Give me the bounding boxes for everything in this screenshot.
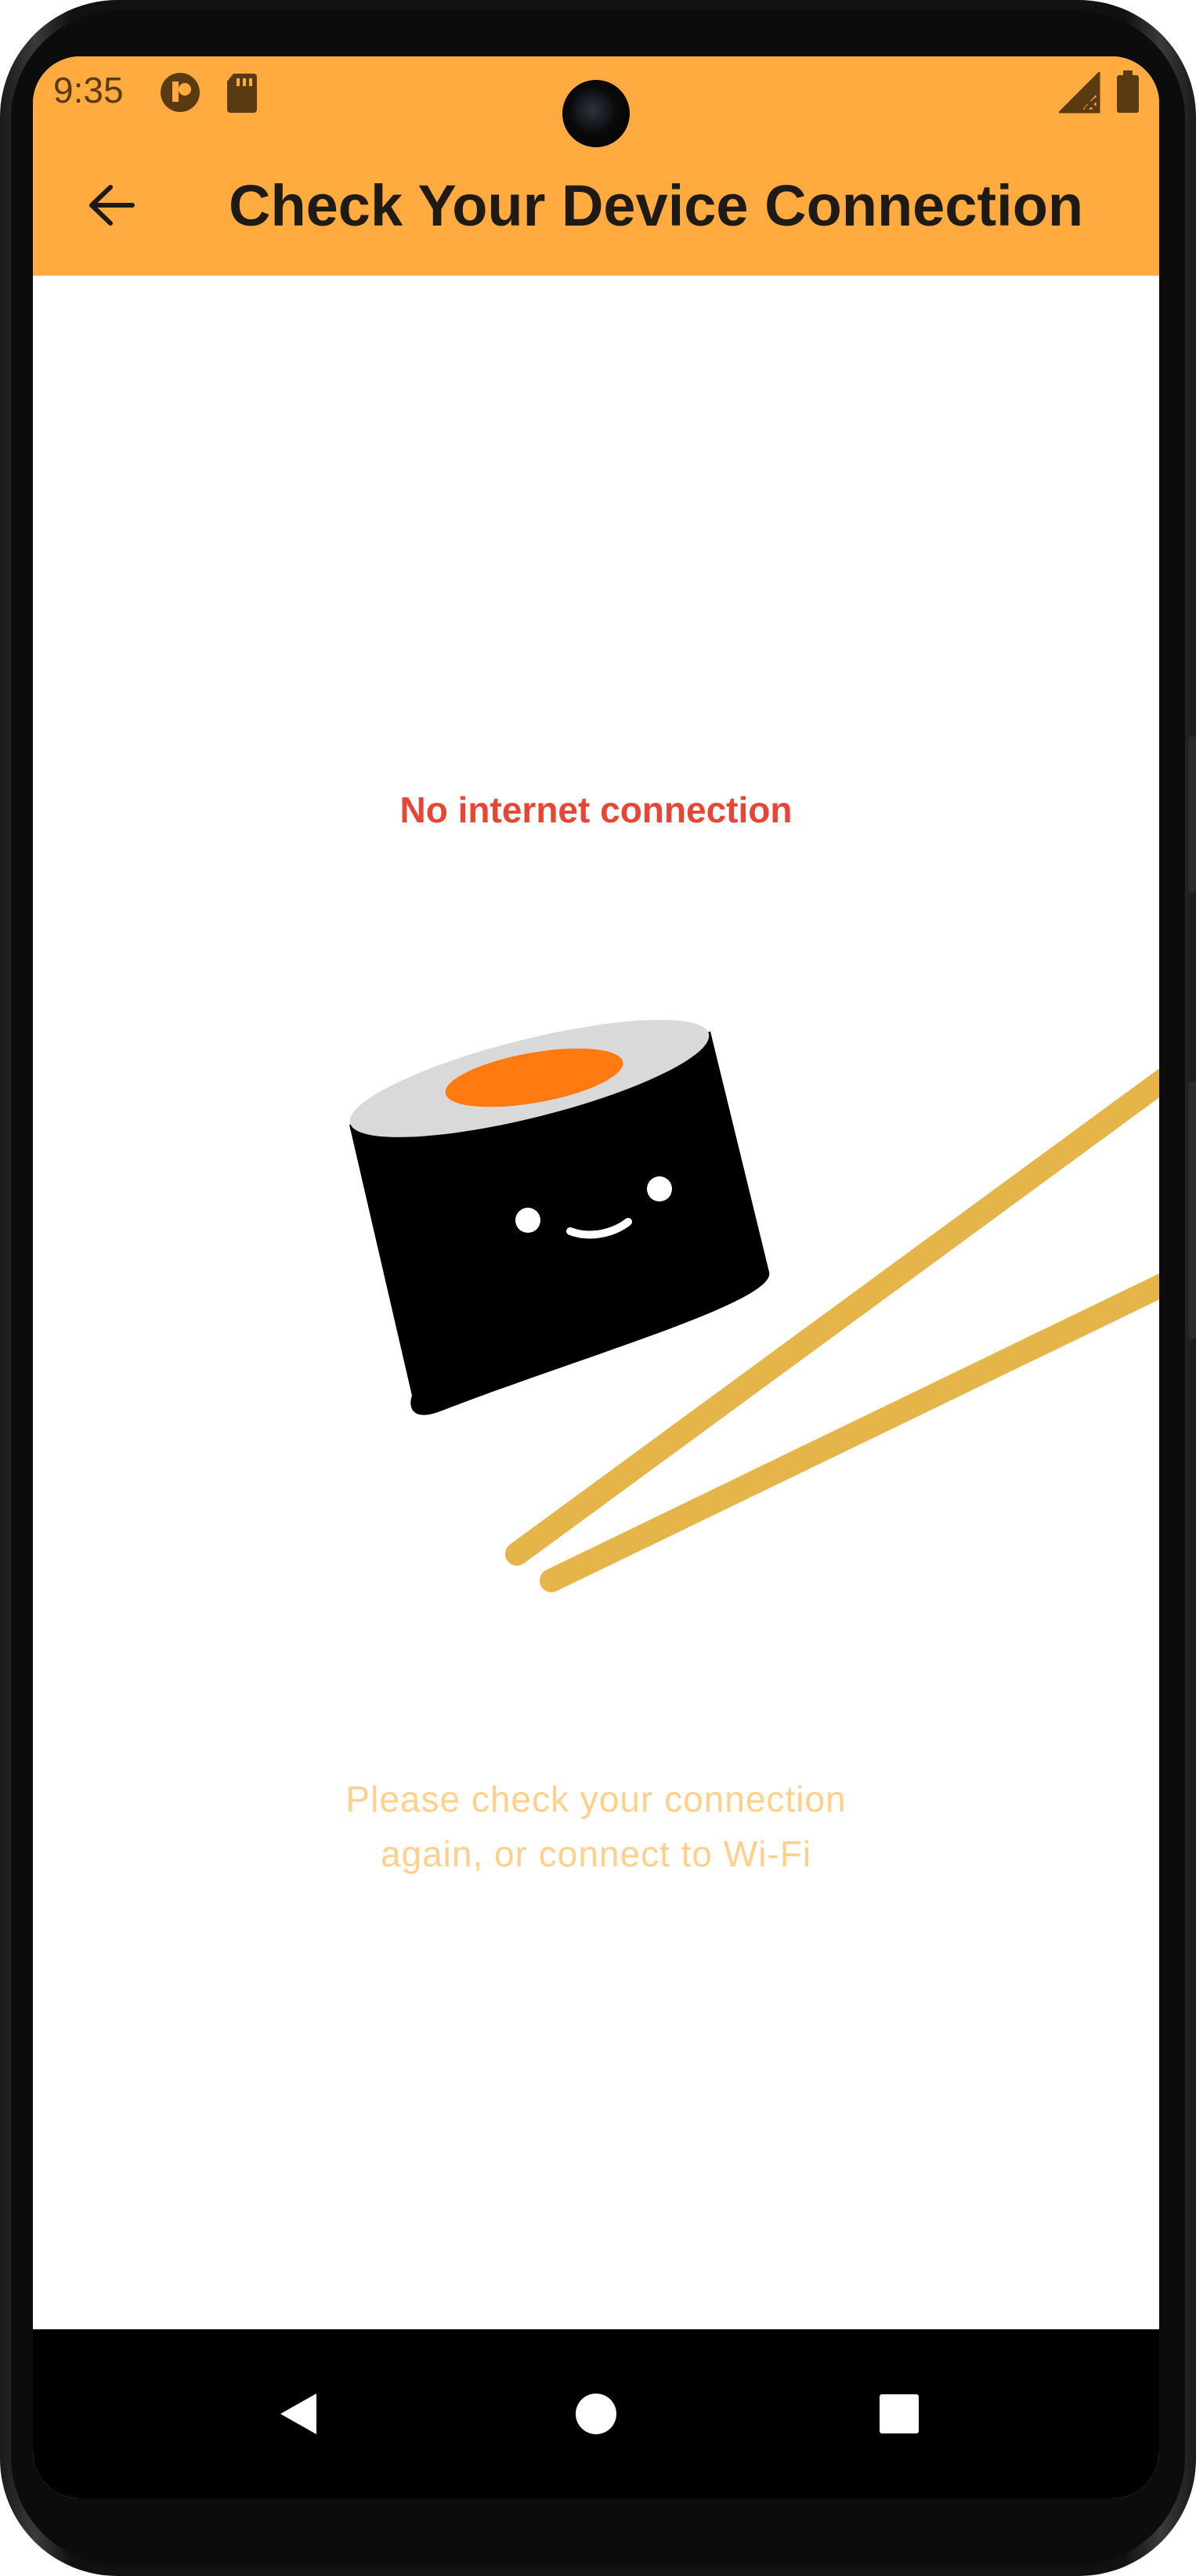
- home-circle-icon: [576, 2394, 616, 2434]
- power-button: [1188, 736, 1196, 893]
- nav-back-button[interactable]: [260, 2375, 338, 2453]
- message-line-2: again, or connect to Wi-Fi: [380, 1834, 812, 1874]
- volume-button: [1188, 1081, 1196, 1339]
- screen: 9:35 Check Your Device Connection No int…: [33, 56, 1159, 2498]
- back-button[interactable]: [80, 174, 143, 237]
- arrow-left-icon: [89, 185, 135, 226]
- front-camera: [562, 80, 630, 147]
- app-notification-icon: [158, 70, 202, 118]
- nav-recents-button[interactable]: [860, 2375, 938, 2453]
- sd-card-icon: [224, 70, 260, 118]
- system-nav-bar: [33, 2329, 1159, 2498]
- recents-square-icon: [880, 2394, 919, 2433]
- connection-message: Please check your connection again, or c…: [33, 1772, 1159, 1881]
- back-triangle-icon: [280, 2394, 316, 2434]
- phone-frame: 9:35 Check Your Device Connection No int…: [0, 0, 1196, 2576]
- battery-icon: [1115, 70, 1140, 118]
- status-time: 9:35: [53, 70, 124, 110]
- sushi-roll: [349, 1020, 770, 1415]
- top-app-bar: 9:35 Check Your Device Connection: [33, 56, 1159, 276]
- message-line-1: Please check your connection: [345, 1779, 847, 1819]
- nav-home-button[interactable]: [557, 2375, 635, 2453]
- error-title: No internet connection: [399, 789, 793, 830]
- signal-off-icon: [1057, 70, 1103, 120]
- sushi-illustration: [349, 1020, 1159, 1592]
- app-bar: Check Your Device Connection: [33, 158, 1159, 252]
- sushi-eye-right: [647, 1176, 672, 1201]
- sushi-eye-left: [515, 1208, 540, 1233]
- page-title: Check Your Device Connection: [229, 173, 1084, 238]
